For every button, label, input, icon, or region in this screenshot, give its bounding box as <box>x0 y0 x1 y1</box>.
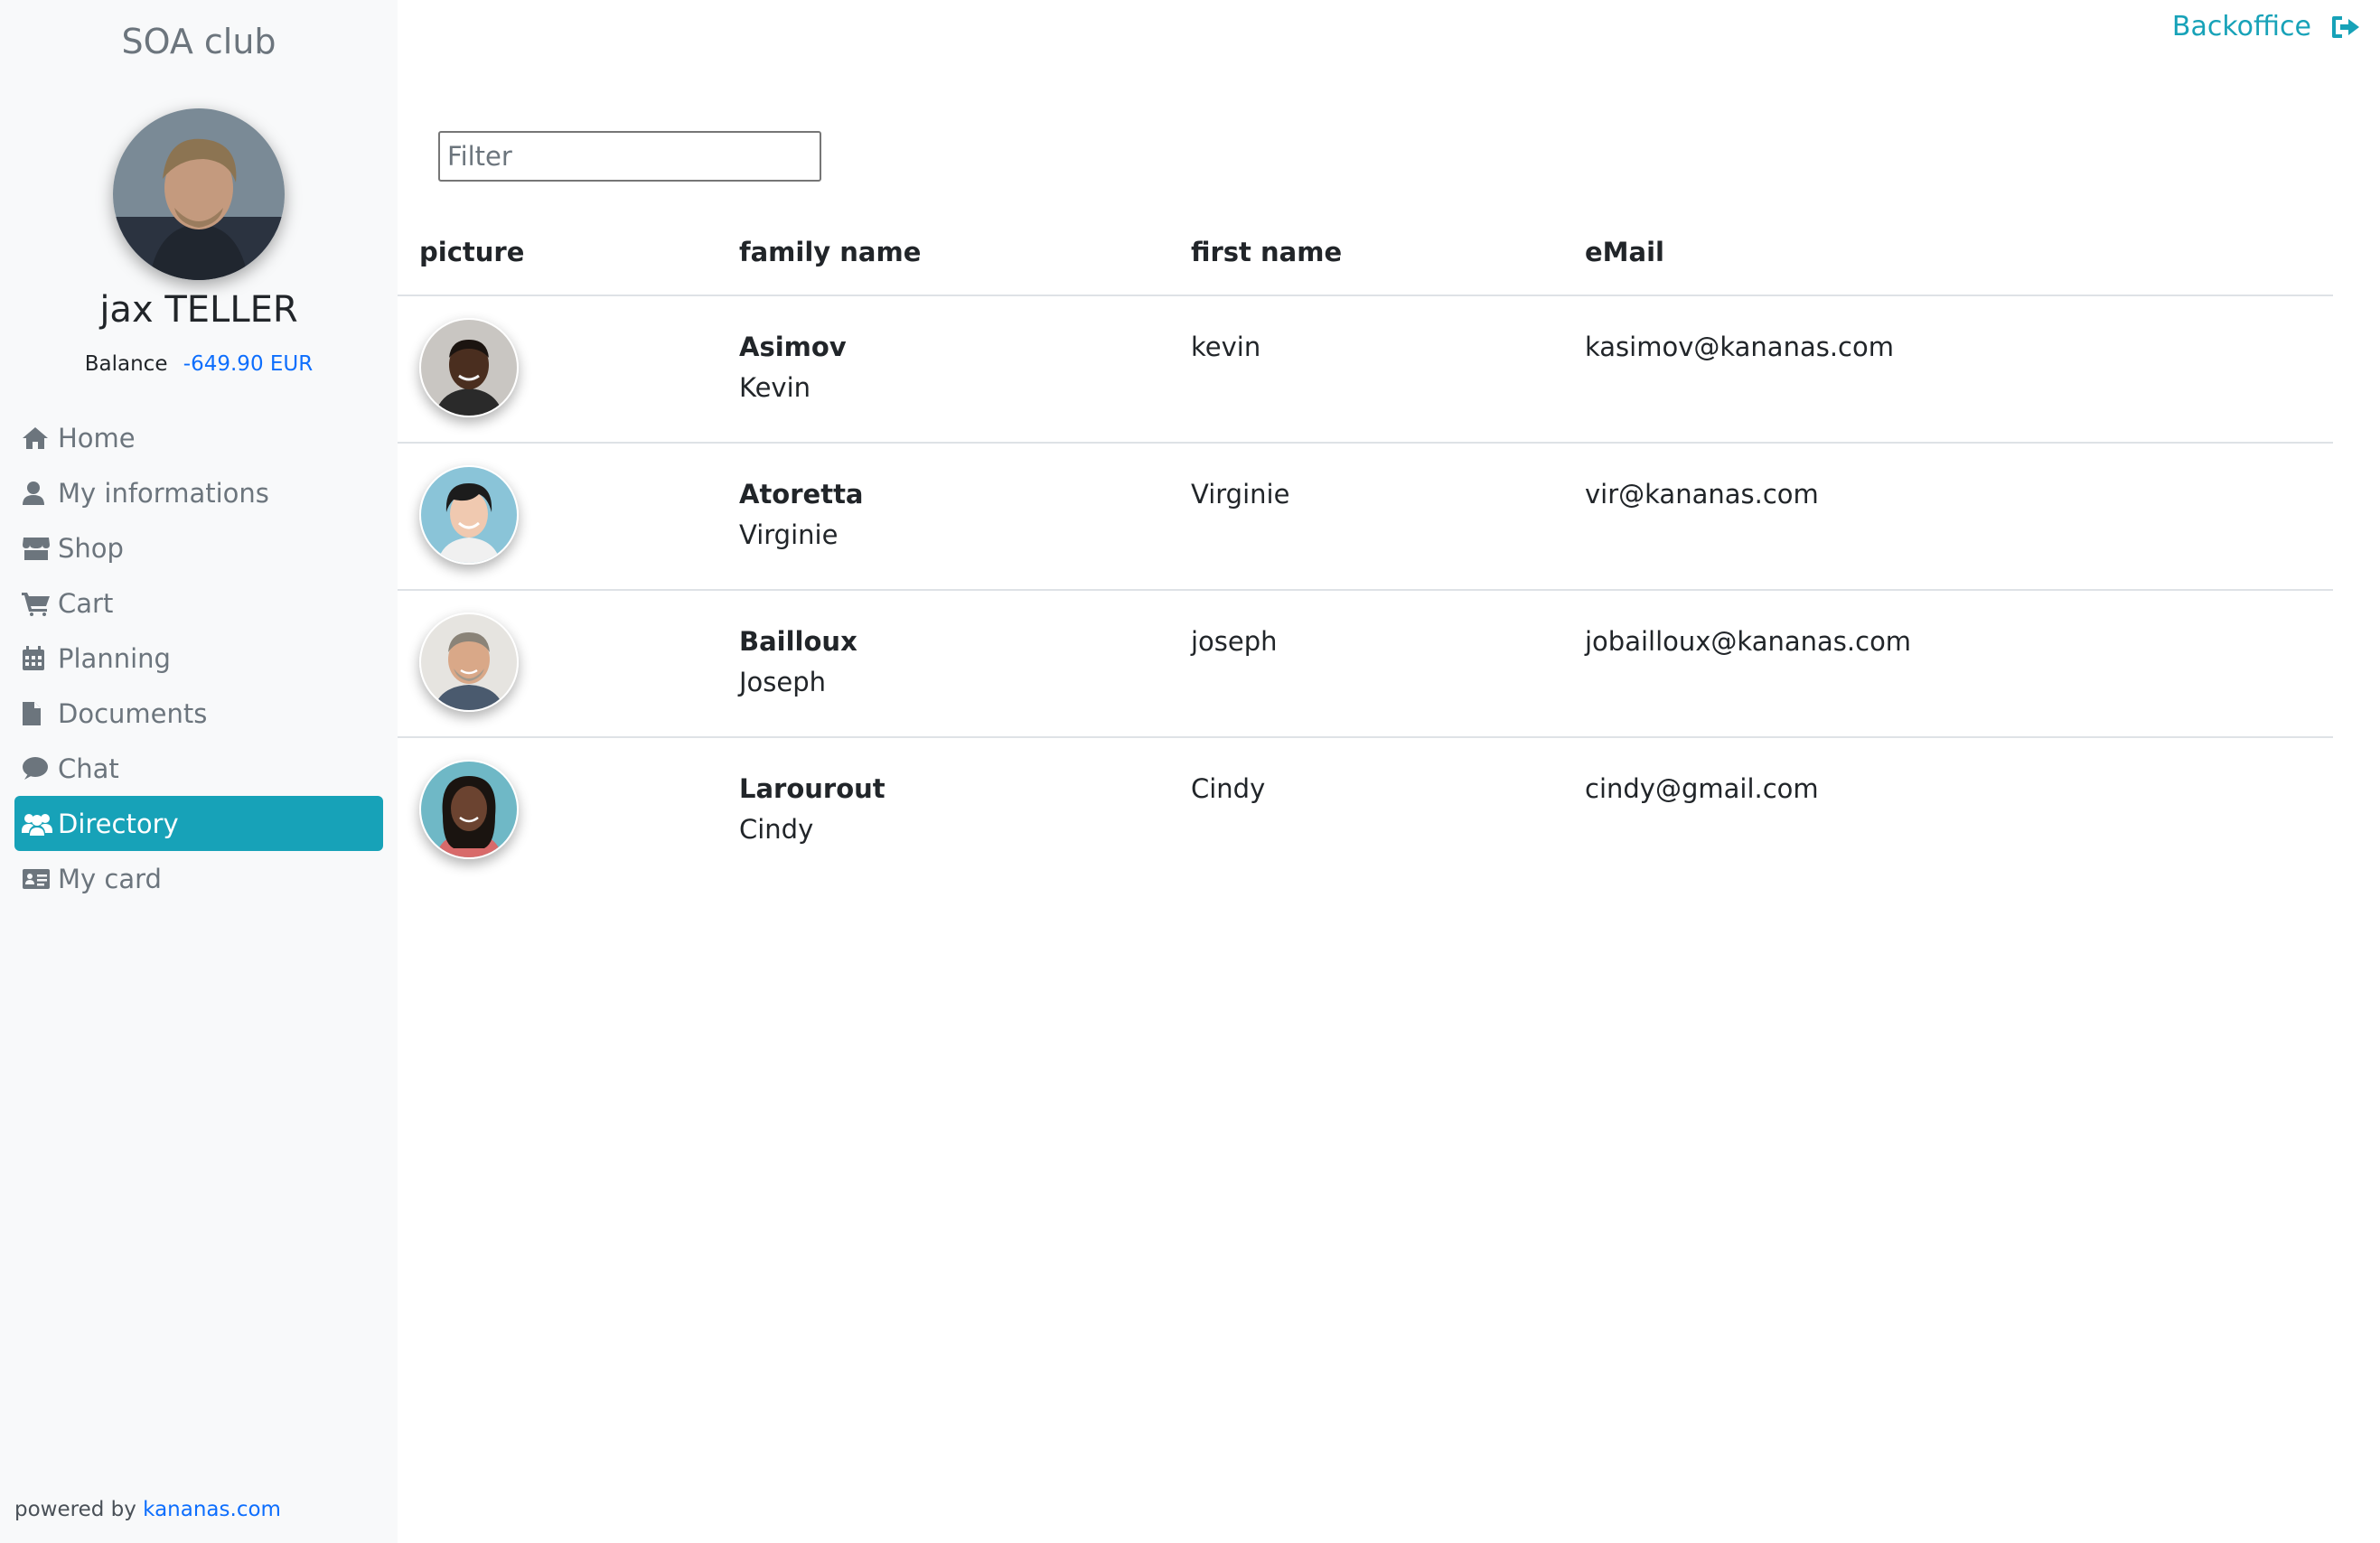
family-name-cell: Atoretta Virginie <box>739 474 864 556</box>
users-icon <box>22 810 54 837</box>
given-name: Joseph <box>739 667 827 697</box>
member-avatar[interactable] <box>419 318 519 417</box>
table-row[interactable]: Asimov Kevin kevin kasimov@kananas.com <box>398 296 2333 444</box>
sidebar-item-directory[interactable]: Directory <box>14 796 383 851</box>
sidebar-item-label: Directory <box>58 808 179 839</box>
family-name: Larourout <box>739 773 885 804</box>
cart-icon <box>22 590 54 617</box>
profile-avatar[interactable] <box>113 108 285 280</box>
balance: Balance -649.90 EUR <box>0 352 398 376</box>
first-name-cell: joseph <box>1191 626 1278 657</box>
powered-by-text: powered by <box>14 1498 136 1521</box>
sign-out-icon <box>2331 14 2360 40</box>
email-cell: cindy@gmail.com <box>1585 773 1819 804</box>
sidebar-item-shop[interactable]: Shop <box>14 520 383 575</box>
document-icon <box>22 700 54 727</box>
family-name-cell: Larourout Cindy <box>739 769 885 850</box>
given-name: Cindy <box>739 814 814 845</box>
table-header: picture family name first name eMail <box>398 217 2333 296</box>
sidebar-item-chat[interactable]: Chat <box>14 741 383 796</box>
sidebar-item-label: Documents <box>58 697 208 729</box>
user-icon <box>22 480 54 507</box>
sidebar-item-label: Planning <box>58 642 171 674</box>
family-name: Bailloux <box>739 626 857 657</box>
sidebar-item-my-card[interactable]: My card <box>14 851 383 906</box>
member-avatar[interactable] <box>419 465 519 565</box>
family-name-cell: Bailloux Joseph <box>739 622 857 703</box>
given-name: Kevin <box>739 372 811 403</box>
column-header-family-name[interactable]: family name <box>739 237 921 267</box>
sidebar-item-cart[interactable]: Cart <box>14 575 383 631</box>
backoffice-label: Backoffice <box>2171 11 2311 42</box>
column-header-picture[interactable]: picture <box>419 237 524 267</box>
calendar-icon <box>22 645 54 672</box>
table-row[interactable]: Atoretta Virginie Virginie vir@kananas.c… <box>398 444 2333 591</box>
club-name: SOA club <box>121 22 276 61</box>
sidebar: SOA club jax TELLER Balance -649.90 EUR … <box>0 0 398 1543</box>
backoffice-link[interactable]: Backoffice <box>2172 11 2360 42</box>
sidebar-item-label: Chat <box>58 753 119 784</box>
home-icon <box>22 425 54 452</box>
powered-by: powered by kananas.com <box>14 1498 281 1521</box>
sidebar-item-label: Shop <box>58 532 124 564</box>
member-avatar[interactable] <box>419 613 519 712</box>
family-name-cell: Asimov Kevin <box>739 327 847 408</box>
store-icon <box>22 535 54 562</box>
sidebar-item-home[interactable]: Home <box>14 410 383 465</box>
first-name-cell: Virginie <box>1191 479 1290 510</box>
filter-input[interactable] <box>438 131 821 182</box>
table-row[interactable]: Larourout Cindy Cindy cindy@gmail.com <box>398 738 2333 884</box>
family-name: Asimov <box>739 332 847 362</box>
given-name: Virginie <box>739 519 839 550</box>
family-name: Atoretta <box>739 479 864 510</box>
id-card-icon <box>22 865 54 893</box>
email-cell: vir@kananas.com <box>1585 479 1819 510</box>
column-header-first-name[interactable]: first name <box>1191 237 1342 267</box>
sidebar-item-my-informations[interactable]: My informations <box>14 465 383 520</box>
balance-amount: -649.90 EUR <box>183 352 314 376</box>
sidebar-nav: Home My informations Shop Cart Planning <box>14 410 383 906</box>
member-avatar[interactable] <box>419 760 519 859</box>
chat-icon <box>22 755 54 782</box>
directory-table: picture family name first name eMail Asi… <box>398 217 2333 884</box>
sidebar-item-label: Cart <box>58 587 114 619</box>
balance-label: Balance <box>84 352 168 376</box>
table-row[interactable]: Bailloux Joseph joseph jobailloux@kanana… <box>398 591 2333 738</box>
profile-name: jax TELLER <box>99 289 298 331</box>
email-cell: jobailloux@kananas.com <box>1585 626 1912 657</box>
first-name-cell: Cindy <box>1191 773 1266 804</box>
sidebar-item-documents[interactable]: Documents <box>14 686 383 741</box>
powered-by-link[interactable]: kananas.com <box>143 1498 281 1521</box>
sidebar-item-planning[interactable]: Planning <box>14 631 383 686</box>
sidebar-item-label: My informations <box>58 477 269 509</box>
sidebar-item-label: My card <box>58 863 162 894</box>
column-header-email[interactable]: eMail <box>1585 237 1664 267</box>
email-cell: kasimov@kananas.com <box>1585 332 1894 362</box>
sidebar-item-label: Home <box>58 422 136 454</box>
first-name-cell: kevin <box>1191 332 1261 362</box>
